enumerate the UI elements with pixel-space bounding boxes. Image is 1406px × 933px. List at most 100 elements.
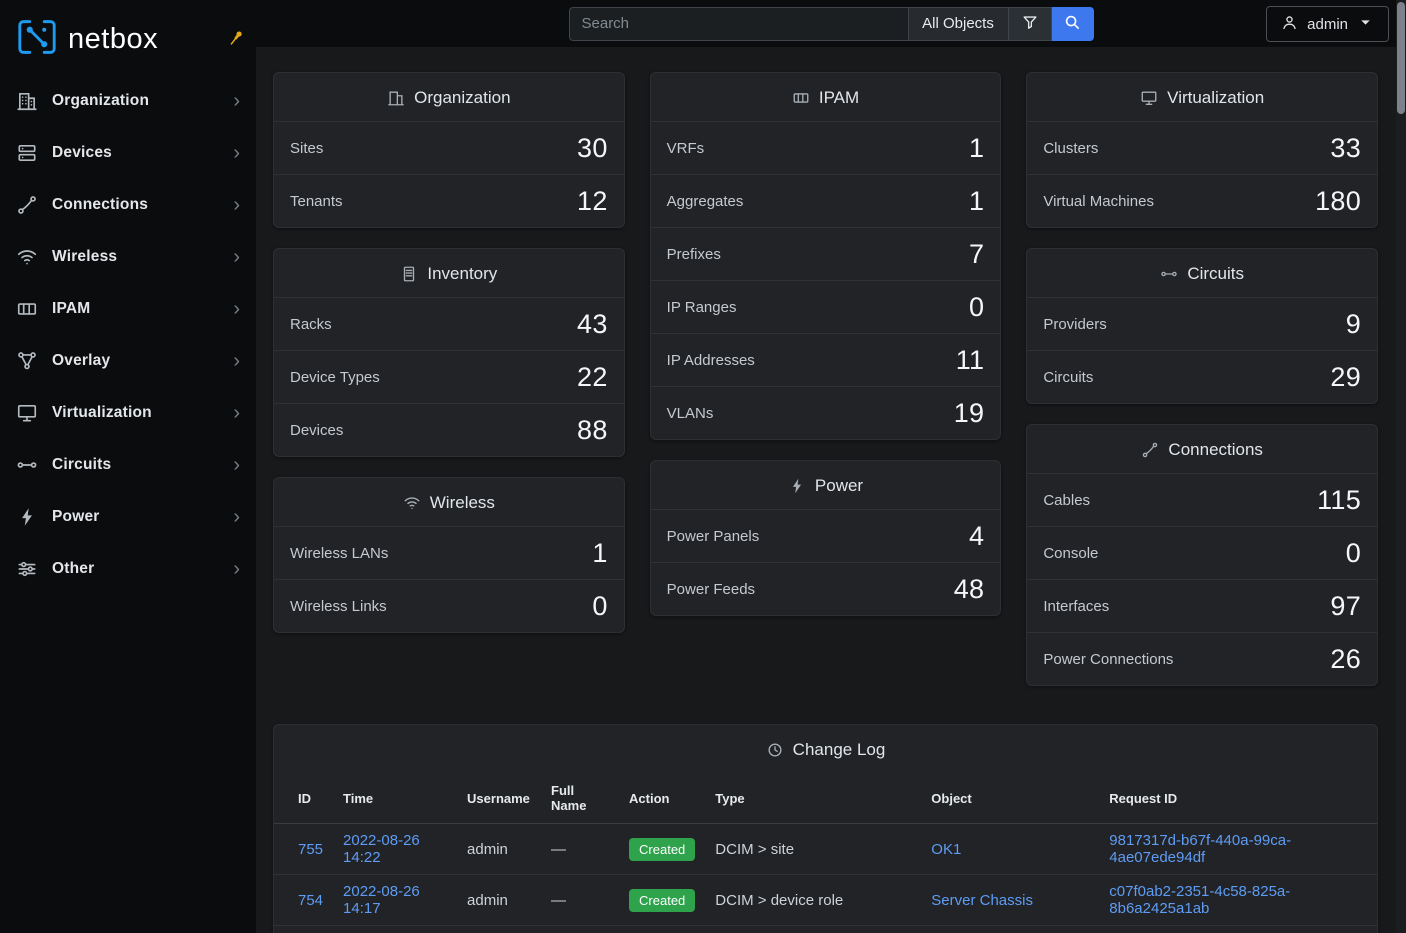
chevron-right-icon: › bbox=[233, 195, 240, 215]
sidebar-item-label: IPAM bbox=[52, 300, 219, 318]
changelog-id-link[interactable]: 755 bbox=[298, 841, 323, 858]
stat-row-circuits[interactable]: Circuits 29 bbox=[1027, 350, 1377, 403]
history-icon bbox=[766, 741, 784, 759]
sidebar-item-organization[interactable]: Organization › bbox=[0, 75, 256, 127]
topbar: All Objects admin bbox=[256, 0, 1406, 47]
card-header: Virtualization bbox=[1027, 73, 1377, 121]
changelog-object-link[interactable]: Server Chassis bbox=[931, 892, 1033, 909]
dashboard: Organization Sites 30 Tenants 12 Invento… bbox=[256, 47, 1406, 933]
stat-row-power-panels[interactable]: Power Panels 4 bbox=[651, 509, 1001, 562]
card-title: IPAM bbox=[819, 88, 859, 108]
stat-row-vlans[interactable]: VLANs 19 bbox=[651, 386, 1001, 439]
stat-row-devices[interactable]: Devices 88 bbox=[274, 403, 624, 456]
stat-row-interfaces[interactable]: Interfaces 97 bbox=[1027, 579, 1377, 632]
stat-value: 26 bbox=[1330, 643, 1361, 675]
stat-label: VRFs bbox=[667, 140, 705, 157]
column-header-action: Action bbox=[619, 773, 705, 824]
search-input[interactable] bbox=[569, 7, 909, 41]
sidebar-item-connections[interactable]: Connections › bbox=[0, 179, 256, 231]
stat-value: 1 bbox=[969, 132, 984, 164]
rack-icon bbox=[400, 265, 418, 283]
stat-value: 33 bbox=[1330, 132, 1361, 164]
stat-row-racks[interactable]: Racks 43 bbox=[274, 297, 624, 350]
counter-icon bbox=[16, 298, 38, 320]
sidebar-item-wireless[interactable]: Wireless › bbox=[0, 231, 256, 283]
stat-label: Cables bbox=[1043, 492, 1090, 509]
stat-label: Clusters bbox=[1043, 140, 1098, 157]
stat-row-virtual-machines[interactable]: Virtual Machines 180 bbox=[1027, 174, 1377, 227]
lightning-icon bbox=[788, 477, 806, 495]
sidebar-item-label: Power bbox=[52, 508, 219, 526]
object-type-dropdown[interactable]: All Objects bbox=[909, 7, 1009, 41]
stat-label: Circuits bbox=[1043, 369, 1093, 386]
sidebar-item-circuits[interactable]: Circuits › bbox=[0, 439, 256, 491]
stat-label: Interfaces bbox=[1043, 598, 1109, 615]
stat-label: Sites bbox=[290, 140, 323, 157]
sidebar-item-virtualization[interactable]: Virtualization › bbox=[0, 387, 256, 439]
stat-label: Aggregates bbox=[667, 193, 744, 210]
stat-row-wireless-links[interactable]: Wireless Links 0 bbox=[274, 579, 624, 632]
user-menu-button[interactable]: admin bbox=[1266, 6, 1389, 42]
chevron-right-icon: › bbox=[233, 247, 240, 267]
column-header-full-name: Full Name bbox=[541, 773, 619, 824]
sidebar-item-overlay[interactable]: Overlay › bbox=[0, 335, 256, 387]
stat-row-device-types[interactable]: Device Types 22 bbox=[274, 350, 624, 403]
stat-row-providers[interactable]: Providers 9 bbox=[1027, 297, 1377, 350]
stat-label: Power Panels bbox=[667, 528, 760, 545]
column-header-type: Type bbox=[705, 773, 921, 824]
stat-row-cables[interactable]: Cables 115 bbox=[1027, 473, 1377, 526]
stat-row-ip-ranges[interactable]: IP Ranges 0 bbox=[651, 280, 1001, 333]
changelog-request-id-link[interactable]: 9817317d-b67f-440a-99ca-4ae07ede94df bbox=[1109, 832, 1291, 866]
stat-row-sites[interactable]: Sites 30 bbox=[274, 121, 624, 174]
stat-value: 115 bbox=[1317, 484, 1361, 516]
stat-row-ip-addresses[interactable]: IP Addresses 11 bbox=[651, 333, 1001, 386]
stat-row-vrfs[interactable]: VRFs 1 bbox=[651, 121, 1001, 174]
connections-card: Connections Cables 115 Console 0 Interfa… bbox=[1026, 424, 1378, 686]
card-header: Organization bbox=[274, 73, 624, 121]
stat-label: IP Ranges bbox=[667, 299, 737, 316]
scrollbar-thumb[interactable] bbox=[1397, 2, 1405, 114]
window-scrollbar bbox=[1396, 0, 1406, 933]
stat-row-wireless-lans[interactable]: Wireless LANs 1 bbox=[274, 526, 624, 579]
card-header: Change Log bbox=[274, 725, 1377, 773]
changelog-object-link[interactable]: OK1 bbox=[931, 841, 961, 858]
changelog-time-link[interactable]: 2022-08-26 14:22 bbox=[343, 832, 420, 866]
stat-label: Tenants bbox=[290, 193, 343, 210]
stat-label: IP Addresses bbox=[667, 352, 755, 369]
stat-row-aggregates[interactable]: Aggregates 1 bbox=[651, 174, 1001, 227]
chevron-right-icon: › bbox=[233, 143, 240, 163]
sidebar-item-power[interactable]: Power › bbox=[0, 491, 256, 543]
action-badge: Created bbox=[629, 838, 695, 861]
card-header: Wireless bbox=[274, 478, 624, 526]
stat-label: Racks bbox=[290, 316, 332, 333]
stat-row-power-connections[interactable]: Power Connections 26 bbox=[1027, 632, 1377, 685]
sidebar-item-label: Devices bbox=[52, 144, 219, 162]
chevron-right-icon: › bbox=[233, 403, 240, 423]
changelog-time-link[interactable]: 2022-08-26 14:17 bbox=[343, 883, 420, 917]
changelog-id-link[interactable]: 754 bbox=[298, 892, 323, 909]
stat-label: Console bbox=[1043, 545, 1098, 562]
stat-row-tenants[interactable]: Tenants 12 bbox=[274, 174, 624, 227]
wifi-icon bbox=[403, 494, 421, 512]
netbox-logo[interactable]: netbox bbox=[0, 0, 256, 75]
card-header: IPAM bbox=[651, 73, 1001, 121]
stat-row-prefixes[interactable]: Prefixes 7 bbox=[651, 227, 1001, 280]
sidebar-item-label: Connections bbox=[52, 196, 219, 214]
stat-row-power-feeds[interactable]: Power Feeds 48 bbox=[651, 562, 1001, 615]
stat-label: Power Feeds bbox=[667, 581, 755, 598]
pin-sidebar-icon[interactable] bbox=[226, 28, 246, 48]
card-title: Virtualization bbox=[1167, 88, 1264, 108]
sidebar-item-other[interactable]: Other › bbox=[0, 543, 256, 595]
filter-button[interactable] bbox=[1009, 7, 1052, 41]
card-title: Circuits bbox=[1187, 264, 1244, 284]
changelog-type: DCIM > site bbox=[705, 824, 921, 875]
stat-row-console[interactable]: Console 0 bbox=[1027, 526, 1377, 579]
sidebar-item-ipam[interactable]: IPAM › bbox=[0, 283, 256, 335]
search-submit-button[interactable] bbox=[1052, 7, 1094, 41]
sidebar-item-devices[interactable]: Devices › bbox=[0, 127, 256, 179]
changelog-request-id-link[interactable]: c07f0ab2-2351-4c58-825a-8b6a2425a1ab bbox=[1109, 883, 1290, 917]
column-header-time: Time bbox=[333, 773, 457, 824]
transit-icon bbox=[1160, 265, 1178, 283]
stat-label: Prefixes bbox=[667, 246, 721, 263]
stat-row-clusters[interactable]: Clusters 33 bbox=[1027, 121, 1377, 174]
